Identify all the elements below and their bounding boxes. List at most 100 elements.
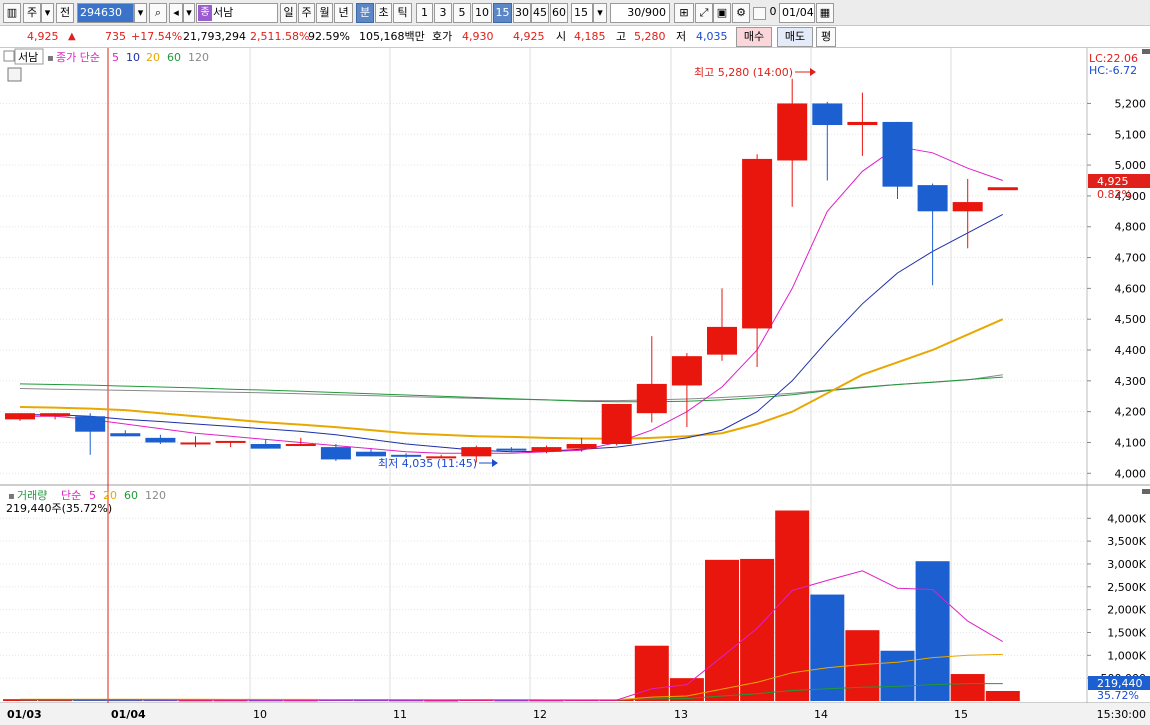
buy-button[interactable]: 매수 bbox=[736, 27, 772, 47]
calendar-icon[interactable]: ▦ bbox=[816, 3, 834, 23]
time-axis-label: 01/03 bbox=[7, 708, 42, 721]
volume-tick-label: 2,500K bbox=[1107, 581, 1146, 594]
candle-body bbox=[847, 121, 878, 126]
period-year-button[interactable]: 년 bbox=[334, 3, 353, 23]
interval-10-button[interactable]: 10 bbox=[472, 3, 492, 23]
candle-body bbox=[145, 437, 176, 443]
legend-dot-icon: ▪ bbox=[47, 53, 54, 64]
prev-icon[interactable]: ◂ bbox=[169, 3, 183, 23]
price-tick-label: 4,800 bbox=[1115, 221, 1147, 234]
price-tick-label: 4,300 bbox=[1115, 375, 1147, 388]
candle-body bbox=[110, 433, 141, 437]
candle-body bbox=[882, 121, 913, 187]
ma-legend-5: 5 bbox=[112, 51, 119, 64]
code-dropdown-icon[interactable]: ▾ bbox=[134, 3, 147, 23]
period-month-button[interactable]: 월 bbox=[316, 3, 333, 23]
price-change: 735 bbox=[105, 30, 126, 43]
hc-value: HC:-6.72 bbox=[1089, 64, 1137, 77]
price-tick-label: 4,000 bbox=[1115, 467, 1147, 480]
toolbar: ▥ 주 ▾ 전 294630 ▾ ⌕ ◂ ▾ 종 서남 일 주 월 년 분 초 틱… bbox=[0, 0, 1150, 26]
interval-dropdown-icon[interactable]: ▾ bbox=[593, 3, 607, 23]
open-label: 시 bbox=[556, 30, 567, 43]
interval-30-button[interactable]: 30 bbox=[513, 3, 531, 23]
panel-menu-icon[interactable] bbox=[3, 50, 15, 62]
sell-button[interactable]: 매도 bbox=[777, 27, 813, 47]
time-axis-background bbox=[0, 703, 1150, 725]
candle-body bbox=[356, 451, 386, 457]
date-field[interactable]: 01/04 bbox=[779, 3, 815, 23]
interval-1-button[interactable]: 1 bbox=[416, 3, 433, 23]
volume-tick-label: 3,000K bbox=[1107, 558, 1146, 571]
eval-button[interactable]: 평 bbox=[816, 27, 836, 47]
volume: 21,793,294 bbox=[183, 30, 246, 43]
interval-15-button[interactable]: 15 bbox=[493, 3, 512, 23]
type-select[interactable]: 전 bbox=[56, 3, 74, 23]
candle-body bbox=[40, 413, 71, 417]
stock-name: 서남 bbox=[213, 6, 234, 19]
current-price-tag-pct: 0.82% bbox=[1097, 188, 1132, 201]
candle-body bbox=[952, 202, 983, 212]
tools-icon[interactable]: ⊞ bbox=[674, 3, 694, 23]
time-axis-label: 12 bbox=[533, 708, 547, 721]
interval-5-button[interactable]: 5 bbox=[453, 3, 471, 23]
volume-panel-collapse-icon[interactable] bbox=[1142, 489, 1150, 494]
interval-45-button[interactable]: 45 bbox=[531, 3, 549, 23]
chart-area[interactable]: 4,000 4,100 4,200 4,300 4,400 4,500 4,600 4,700… bbox=[0, 48, 1150, 725]
interval-60-button[interactable]: 60 bbox=[550, 3, 568, 23]
candle-body bbox=[777, 103, 808, 161]
price-tick-label: 4,400 bbox=[1115, 344, 1147, 357]
gear-icon[interactable]: ⚙ bbox=[732, 3, 750, 23]
volume-current-tag-pct: 35.72% bbox=[1097, 689, 1139, 702]
candle-body bbox=[531, 447, 562, 452]
volume-ratio: 2,511.58% bbox=[250, 30, 310, 43]
volume-legend-5: 5 bbox=[89, 489, 96, 502]
period-second-button[interactable]: 초 bbox=[375, 3, 392, 23]
volume-tick-label: 1,000K bbox=[1107, 649, 1146, 662]
volume-legend-dot-icon: ▪ bbox=[8, 491, 15, 502]
draw-icon[interactable]: ⤢ bbox=[695, 3, 713, 23]
candle-body bbox=[671, 356, 702, 386]
high-label: 고 bbox=[616, 30, 627, 43]
save-icon[interactable]: ▣ bbox=[713, 3, 731, 23]
search-icon[interactable]: ⌕ bbox=[149, 3, 167, 23]
volume-tick-label: 4,000K bbox=[1107, 512, 1146, 525]
period-tick-button[interactable]: 틱 bbox=[393, 3, 412, 23]
speaker-dropdown-icon[interactable]: ▾ bbox=[183, 3, 195, 23]
volume-legend-prefix: 단순 bbox=[61, 489, 81, 502]
grid-toggle-icon[interactable] bbox=[7, 67, 22, 82]
volume-legend-60: 60 bbox=[124, 489, 138, 502]
time-axis-label: 01/04 bbox=[111, 708, 146, 721]
ask-price-2: 4,925 bbox=[513, 30, 545, 43]
volume-legend-20: 20 bbox=[103, 489, 117, 502]
price-tick-label: 4,500 bbox=[1115, 313, 1147, 326]
option-checkbox[interactable] bbox=[753, 7, 766, 20]
interval-3-button[interactable]: 3 bbox=[434, 3, 452, 23]
volume-bar bbox=[740, 558, 775, 701]
candle-body bbox=[75, 416, 106, 432]
price-panel-collapse-icon[interactable] bbox=[1142, 49, 1150, 54]
volume-bar bbox=[705, 559, 739, 701]
ask-label: 호가 bbox=[432, 30, 453, 43]
volume-tick-label: 1,500K bbox=[1107, 626, 1146, 639]
candle-body bbox=[636, 383, 667, 414]
candle-body bbox=[601, 403, 632, 445]
market-select[interactable]: 주 bbox=[23, 3, 41, 23]
price-tick-label: 4,100 bbox=[1115, 436, 1147, 449]
interval-select[interactable]: 15 bbox=[571, 3, 593, 23]
candle-body bbox=[496, 448, 527, 451]
candle-body bbox=[180, 442, 211, 445]
volume-legend-120: 120 bbox=[145, 489, 166, 502]
stock-name-field[interactable]: 종 서남 bbox=[196, 3, 278, 23]
market-dropdown-icon[interactable]: ▾ bbox=[41, 3, 54, 23]
ask-price-1: 4,930 bbox=[462, 30, 494, 43]
volume-legend-name: 거래량 bbox=[17, 489, 47, 502]
period-week-button[interactable]: 주 bbox=[298, 3, 315, 23]
count-field[interactable]: 30/900 bbox=[610, 3, 670, 23]
volume-tick-label: 3,500K bbox=[1107, 535, 1146, 548]
price-tick-label: 5,200 bbox=[1115, 97, 1147, 110]
quote-bar: 4,925 ▲ 735 +17.54% 21,793,294 2,511.58%… bbox=[0, 26, 1150, 48]
stock-code-input[interactable]: 294630 bbox=[77, 3, 134, 23]
layout-icon[interactable]: ▥ bbox=[3, 3, 21, 23]
period-day-button[interactable]: 일 bbox=[280, 3, 297, 23]
period-minute-button[interactable]: 분 bbox=[356, 3, 374, 23]
